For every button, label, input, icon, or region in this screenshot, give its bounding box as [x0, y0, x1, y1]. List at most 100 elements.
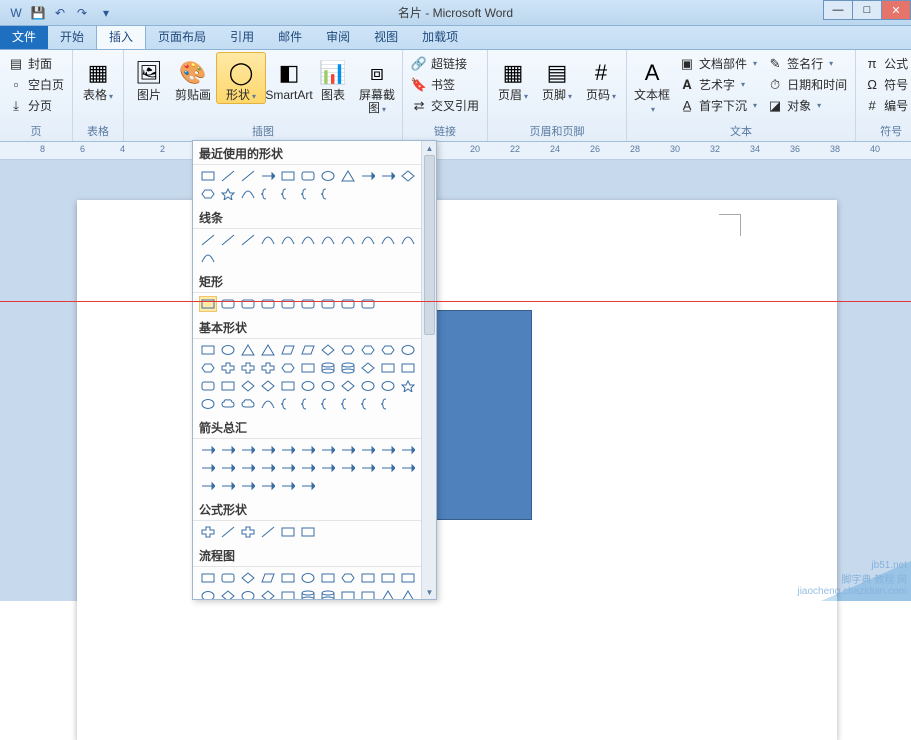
tab-view[interactable]: 视图	[362, 24, 410, 49]
scroll-up-icon[interactable]: ▲	[422, 141, 437, 155]
shape-item[interactable]	[359, 296, 377, 312]
shape-item[interactable]	[199, 296, 217, 312]
shape-item[interactable]	[379, 570, 397, 586]
shape-item[interactable]	[319, 396, 337, 412]
shape-item[interactable]	[259, 478, 277, 494]
shape-item[interactable]	[219, 168, 237, 184]
shape-item[interactable]	[299, 296, 317, 312]
tab-home[interactable]: 开始	[48, 24, 96, 49]
shape-item[interactable]	[399, 378, 417, 394]
shape-item[interactable]	[359, 360, 377, 376]
shape-item[interactable]	[239, 588, 257, 600]
shape-item[interactable]	[239, 460, 257, 476]
shape-item[interactable]	[259, 460, 277, 476]
shape-item[interactable]	[219, 296, 237, 312]
cover-page-button[interactable]: ▤封面	[4, 54, 68, 73]
shape-item[interactable]	[219, 524, 237, 540]
shape-item[interactable]	[339, 588, 357, 600]
shape-item[interactable]	[239, 570, 257, 586]
shape-item[interactable]	[259, 588, 277, 600]
shape-item[interactable]	[219, 396, 237, 412]
shape-item[interactable]	[399, 460, 417, 476]
shape-item[interactable]	[299, 396, 317, 412]
shape-item[interactable]	[339, 378, 357, 394]
shape-item[interactable]	[299, 460, 317, 476]
shape-item[interactable]	[299, 232, 317, 248]
shape-item[interactable]	[279, 460, 297, 476]
datetime-button[interactable]: ⏱日期和时间	[763, 75, 851, 94]
shape-item[interactable]	[199, 250, 217, 266]
shape-item[interactable]	[219, 360, 237, 376]
shape-item[interactable]	[279, 396, 297, 412]
shapes-button[interactable]: ◯形状▾	[216, 52, 266, 104]
shape-item[interactable]	[359, 232, 377, 248]
shape-item[interactable]	[339, 360, 357, 376]
shape-item[interactable]	[359, 378, 377, 394]
shape-item[interactable]	[239, 186, 257, 202]
shape-item[interactable]	[259, 232, 277, 248]
undo-icon[interactable]: ↶	[52, 5, 68, 21]
qat-dropdown-icon[interactable]: ▾	[98, 5, 114, 21]
shape-item[interactable]	[219, 442, 237, 458]
shape-item[interactable]	[339, 460, 357, 476]
shape-item[interactable]	[379, 342, 397, 358]
number-button[interactable]: #编号	[860, 96, 911, 115]
shape-item[interactable]	[239, 360, 257, 376]
shape-item[interactable]	[319, 232, 337, 248]
shape-item[interactable]	[399, 168, 417, 184]
scroll-down-icon[interactable]: ▼	[422, 585, 437, 599]
shape-item[interactable]	[199, 570, 217, 586]
shapes-scrollbar[interactable]: ▲ ▼	[421, 141, 436, 599]
table-button[interactable]: ▦表格▾	[77, 52, 119, 104]
shape-item[interactable]	[399, 342, 417, 358]
shape-item[interactable]	[239, 442, 257, 458]
hyperlink-button[interactable]: 🔗超链接	[407, 54, 483, 73]
shape-item[interactable]	[279, 570, 297, 586]
shape-item[interactable]	[199, 186, 217, 202]
shape-item[interactable]	[319, 378, 337, 394]
close-button[interactable]: ✕	[881, 0, 911, 20]
shape-item[interactable]	[359, 396, 377, 412]
shape-item[interactable]	[299, 570, 317, 586]
shape-item[interactable]	[259, 570, 277, 586]
page[interactable]	[77, 200, 837, 740]
header-button[interactable]: ▦页眉▾	[492, 52, 534, 104]
shape-item[interactable]	[399, 570, 417, 586]
shape-item[interactable]	[319, 588, 337, 600]
shape-item[interactable]	[319, 360, 337, 376]
shape-item[interactable]	[199, 524, 217, 540]
shape-item[interactable]	[379, 360, 397, 376]
shape-item[interactable]	[239, 232, 257, 248]
shape-item[interactable]	[399, 232, 417, 248]
tab-review[interactable]: 审阅	[314, 24, 362, 49]
shape-item[interactable]	[279, 168, 297, 184]
sigline-button[interactable]: ✎签名行▾	[763, 54, 851, 73]
shape-item[interactable]	[339, 232, 357, 248]
shape-item[interactable]	[259, 442, 277, 458]
redo-icon[interactable]: ↷	[74, 5, 90, 21]
shape-item[interactable]	[259, 168, 277, 184]
shape-item[interactable]	[319, 296, 337, 312]
shape-item[interactable]	[359, 342, 377, 358]
tab-insert[interactable]: 插入	[96, 23, 146, 49]
picture-button[interactable]: 🖼图片	[128, 52, 170, 103]
shape-item[interactable]	[279, 378, 297, 394]
shape-item[interactable]	[319, 570, 337, 586]
symbol-button[interactable]: Ω符号▾	[860, 75, 911, 94]
quickparts-button[interactable]: ▣文档部件▾	[675, 54, 761, 73]
shape-item[interactable]	[259, 524, 277, 540]
shape-item[interactable]	[199, 232, 217, 248]
pageno-button[interactable]: #页码▾	[580, 52, 622, 104]
shape-item[interactable]	[219, 232, 237, 248]
shape-item[interactable]	[279, 478, 297, 494]
wordart-button[interactable]: 𝐀艺术字▾	[675, 75, 761, 94]
shape-item[interactable]	[319, 186, 337, 202]
bookmark-button[interactable]: 🔖书签	[407, 75, 483, 94]
shape-item[interactable]	[339, 570, 357, 586]
dropcap-button[interactable]: A̲首字下沉▾	[675, 96, 761, 115]
footer-button[interactable]: ▤页脚▾	[536, 52, 578, 104]
equation-button[interactable]: π公式▾	[860, 54, 911, 73]
shape-item[interactable]	[259, 378, 277, 394]
shape-item[interactable]	[399, 360, 417, 376]
tab-references[interactable]: 引用	[218, 24, 266, 49]
